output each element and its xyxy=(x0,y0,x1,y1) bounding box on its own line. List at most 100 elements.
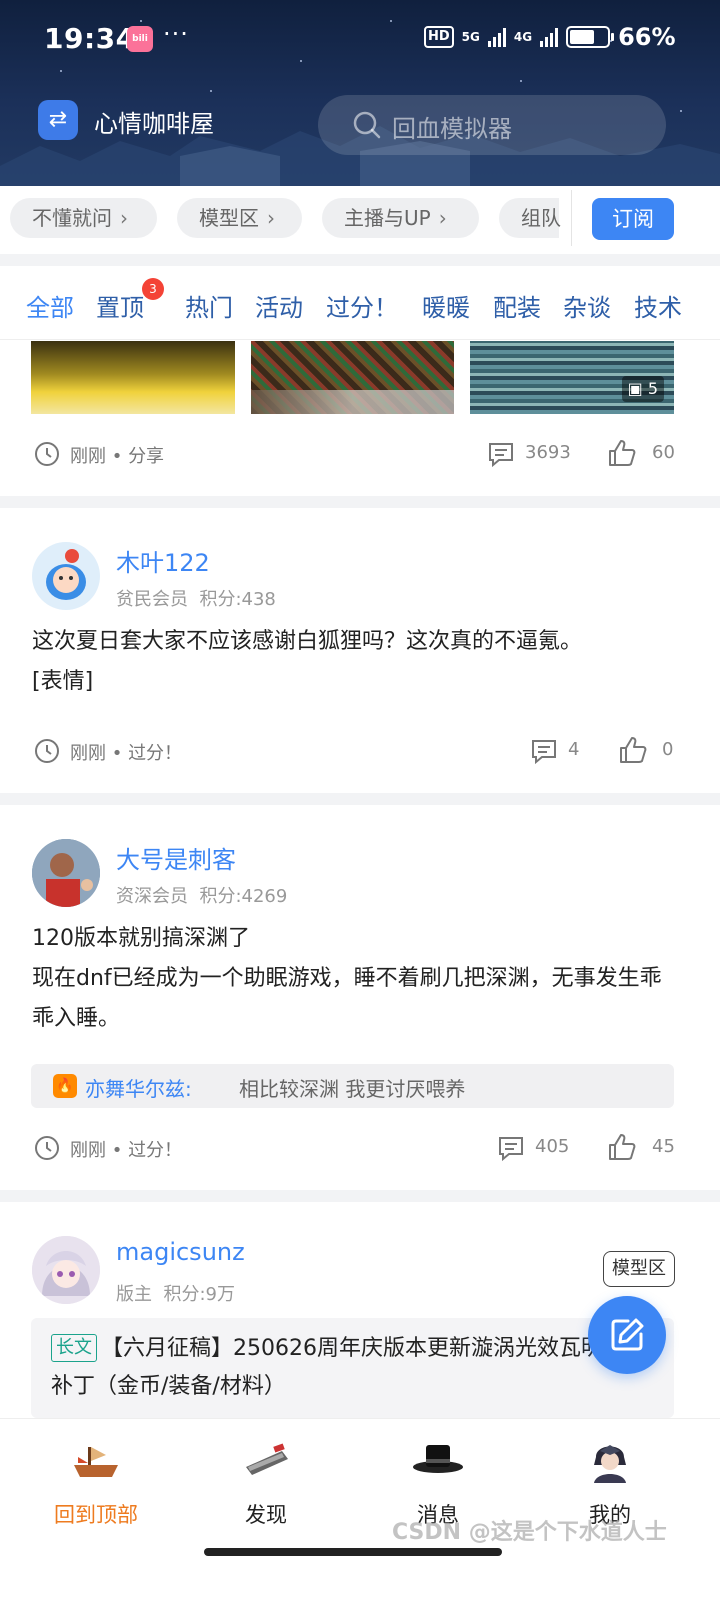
long-article-title: 【六月征稿】250626周年庆版本更新漩涡光效瓦明显化补丁（金币/装备/材料） xyxy=(51,1336,647,1399)
tab-chat[interactable]: 杂谈 xyxy=(563,288,611,323)
section-gap xyxy=(0,254,720,266)
like-count: 60 xyxy=(652,442,675,463)
more-notifications-icon: ··· xyxy=(163,20,189,48)
category-tabs: 全部 置顶 3 热门 活动 过分！ 暖暖 配装 杂谈 技术 xyxy=(0,266,720,340)
comment-count: 4 xyxy=(568,739,580,760)
avatar[interactable] xyxy=(32,1236,100,1304)
post-meta: 刚刚 • 分享 3693 60 xyxy=(0,434,720,474)
tab-too-much[interactable]: 过分！ xyxy=(326,288,398,323)
post-text-line: 这次夏日套大家不应该感谢白狐狸吗？这次真的不逼氪。 xyxy=(32,629,583,654)
post-image-1[interactable] xyxy=(31,341,235,414)
long-article-card[interactable]: 长文 【六月征稿】250626周年庆版本更新漩涡光效瓦明显化补丁（金币/装备/材… xyxy=(31,1318,674,1418)
chip-streamer-up[interactable]: 主播与UP › xyxy=(322,198,479,238)
fire-icon: 🔥 xyxy=(53,1074,77,1098)
battery-icon xyxy=(566,26,615,48)
like-icon[interactable] xyxy=(607,1132,637,1162)
edit-icon xyxy=(611,1318,644,1351)
hd-voice-icon: HD xyxy=(424,26,454,48)
post-body[interactable]: 120版本就别搞深渊了 现在dnf已经成为一个助眠游戏，睡不着刷几把深渊，无事发… xyxy=(32,919,682,1039)
hot-reply[interactable]: 🔥 亦舞华尔兹: 相比较深渊 我更讨厌喂养 xyxy=(31,1064,674,1108)
subscribe-button[interactable]: 订阅 xyxy=(592,198,674,240)
post-time-category: 刚刚 • 过分！ xyxy=(70,743,183,764)
post-meta: 刚刚 • 过分！ 4 0 xyxy=(0,731,720,771)
home-indicator[interactable] xyxy=(204,1548,502,1556)
user-rank: 版主 积分:9万 xyxy=(116,1284,235,1305)
signal-4g-icon xyxy=(540,27,559,47)
comment-count: 405 xyxy=(535,1136,570,1157)
tab-events[interactable]: 活动 xyxy=(255,288,303,323)
user-rank: 资深会员 积分:4269 xyxy=(116,886,288,907)
clock-icon xyxy=(35,739,59,763)
tab-tech[interactable]: 技术 xyxy=(634,288,682,323)
clock-icon xyxy=(35,442,59,466)
avatar[interactable] xyxy=(32,542,100,610)
tab-hot[interactable]: 热门 xyxy=(185,288,233,323)
network-5g-label: 5G xyxy=(461,30,480,44)
post-body[interactable]: 这次夏日套大家不应该感谢白狐狸吗？这次真的不逼氪。 [表情] xyxy=(32,622,682,702)
user-rank: 贫民会员 积分:438 xyxy=(116,589,276,610)
discover-icon xyxy=(246,1443,288,1475)
chevron-right-icon: › xyxy=(438,206,447,230)
status-bar: 19:34 bili ··· HD 5G 4G 66% xyxy=(0,14,720,64)
image-icon: ▣ xyxy=(627,379,648,398)
search-icon xyxy=(353,111,381,139)
compose-post-button[interactable] xyxy=(588,1296,666,1374)
tab-pinned[interactable]: 置顶 xyxy=(96,288,144,323)
watermark-text: CSDN @这是个下水道人士 xyxy=(392,1520,667,1545)
reply-text: 相比较深渊 我更讨厌喂养 xyxy=(239,1077,466,1101)
tab-all[interactable]: 全部 xyxy=(26,288,74,323)
post-divider xyxy=(0,793,720,805)
forum-name[interactable]: 心情咖啡屋 xyxy=(94,104,214,139)
tab-nuannuan[interactable]: 暖暖 xyxy=(422,288,470,323)
ship-icon xyxy=(74,1447,118,1477)
nav-label: 回到顶部 xyxy=(54,1503,138,1527)
username[interactable]: 大号是刺客 xyxy=(116,840,236,875)
post-image-3[interactable]: ▣ 5 xyxy=(470,341,674,414)
comment-icon[interactable] xyxy=(530,737,558,765)
search-bar[interactable]: 回血模拟器 xyxy=(318,95,666,155)
switch-forum-icon[interactable]: ⇄ xyxy=(38,100,78,140)
sub-section-chips: 不懂就问 › 模型区 › 主播与UP › 组队 订阅 xyxy=(0,186,720,254)
post-image-2[interactable] xyxy=(251,341,454,414)
post-text-line: 120版本就别搞深渊了 xyxy=(32,926,250,951)
network-4g-label: 4G xyxy=(513,30,533,44)
username[interactable]: 木叶122 xyxy=(116,543,210,578)
signal-5g-icon xyxy=(487,27,506,47)
clock-icon xyxy=(35,1136,59,1160)
chip-divider xyxy=(571,190,572,246)
nav-back-to-top[interactable]: 回到顶部 xyxy=(36,1437,156,1529)
like-count: 0 xyxy=(662,739,674,760)
reply-username[interactable]: 亦舞华尔兹: xyxy=(85,1073,192,1102)
avatar-image xyxy=(46,549,86,600)
post-time-category: 刚刚 • 过分！ xyxy=(70,1140,183,1161)
section-tag[interactable]: 模型区 xyxy=(603,1251,675,1287)
post-divider xyxy=(0,1190,720,1202)
post-divider xyxy=(0,496,720,508)
avatar[interactable] xyxy=(32,839,100,907)
like-icon[interactable] xyxy=(607,438,637,468)
nav-label: 发现 xyxy=(245,1503,287,1527)
chip-model-area[interactable]: 模型区 › xyxy=(177,198,302,238)
bilibili-app-icon: bili xyxy=(127,26,153,52)
avatar-image xyxy=(32,839,100,907)
post-meta: 刚刚 • 过分！ 405 45 xyxy=(0,1128,720,1168)
username[interactable]: magicsunz xyxy=(116,1238,245,1266)
nav-discover[interactable]: 发现 xyxy=(206,1437,326,1529)
post-time-category: 刚刚 • 分享 xyxy=(70,446,165,467)
chip-label: 模型区 xyxy=(199,206,259,230)
comment-icon[interactable] xyxy=(497,1134,525,1162)
pinned-count-badge: 3 xyxy=(142,278,164,300)
comment-icon[interactable] xyxy=(487,440,515,468)
avatar-image xyxy=(32,1236,100,1304)
battery-percent: 66% xyxy=(618,23,676,51)
like-icon[interactable] xyxy=(618,735,648,765)
status-time: 19:34 xyxy=(44,22,136,55)
tab-builds[interactable]: 配装 xyxy=(493,288,541,323)
search-placeholder: 回血模拟器 xyxy=(392,115,512,143)
chip-team-up[interactable]: 组队 xyxy=(499,198,561,238)
image-count: 5 xyxy=(647,379,658,398)
profile-avatar-icon xyxy=(594,1445,626,1483)
hat-icon xyxy=(413,1445,463,1473)
comment-count: 3693 xyxy=(525,442,571,463)
chip-bu-dong-jiu-wen[interactable]: 不懂就问 › xyxy=(10,198,157,238)
